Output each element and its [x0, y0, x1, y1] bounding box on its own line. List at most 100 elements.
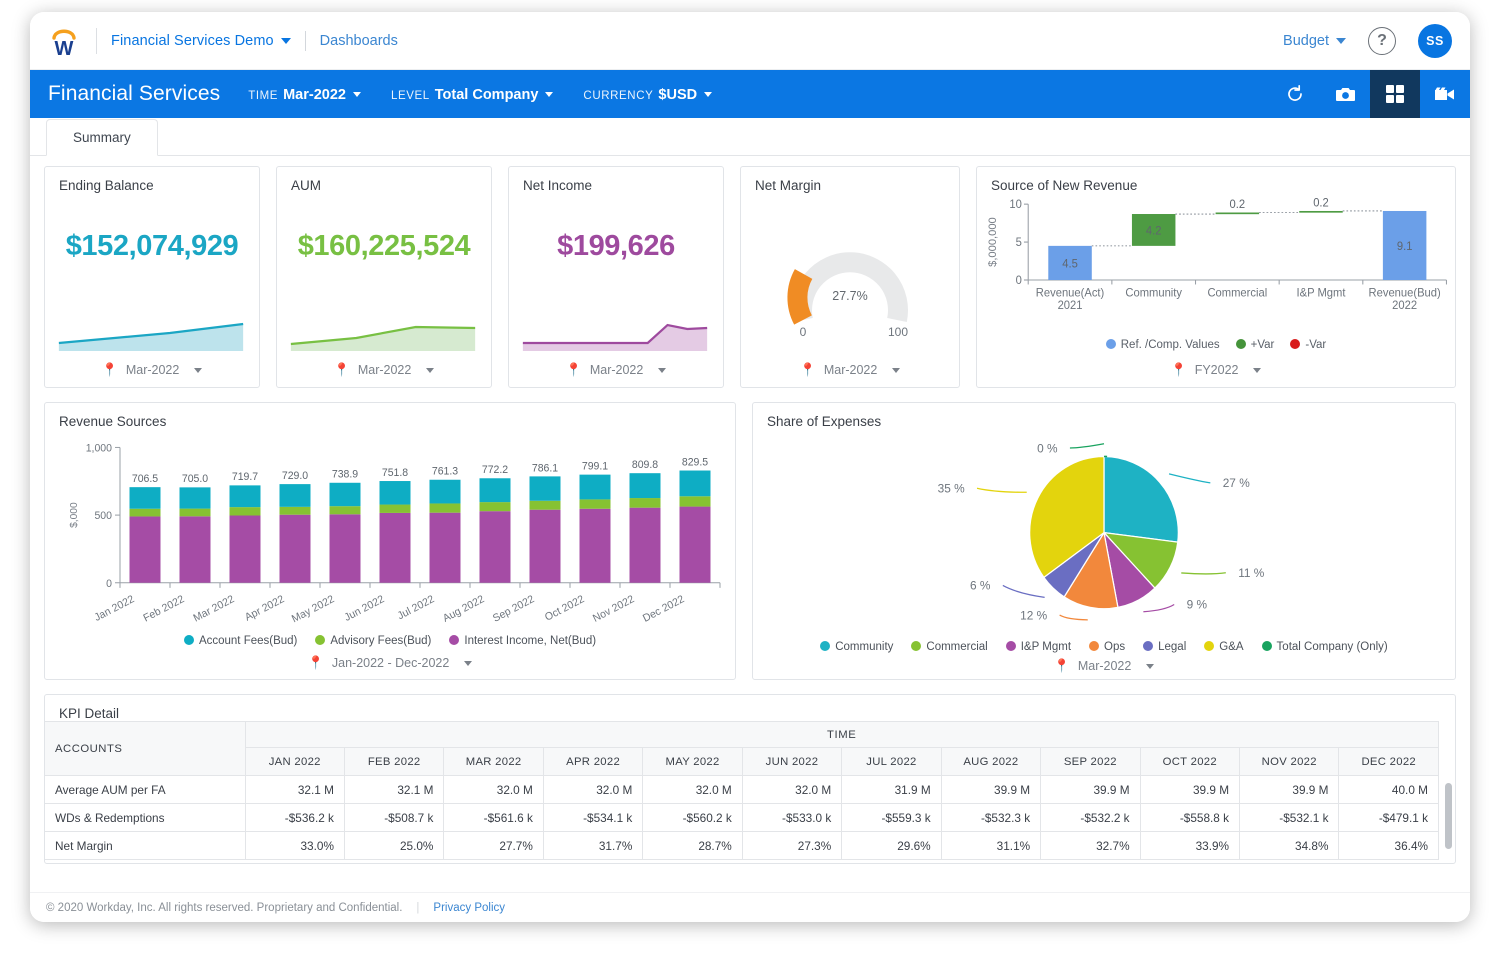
card-ending-balance[interactable]: Ending Balance $152,074,929 📍 Mar-2022	[44, 166, 260, 388]
table-cell: 31.1%	[940, 831, 1042, 860]
workday-w-logo-icon[interactable]: W	[44, 21, 84, 61]
table-row-label: Average AUM per FA	[45, 775, 246, 804]
chevron-down-icon	[704, 92, 713, 98]
table-cell: 33.9%	[1139, 831, 1241, 860]
svg-text:751.8: 751.8	[382, 467, 408, 479]
privacy-policy-link[interactable]: Privacy Policy	[433, 902, 505, 914]
refresh-button[interactable]	[1270, 70, 1320, 118]
charts-row: Revenue Sources 0 500 1,000 $,000 706.5 Jan 2…	[44, 402, 1456, 680]
table-cell: 31.9 M	[841, 775, 942, 804]
revenue-legend: Account Fees(Bud) Advisory Fees(Bud) Int…	[45, 634, 735, 647]
card-share-of-expenses[interactable]: Share of Expenses 27 % 11 % 9 % 12 % 6 % 35 %…	[752, 402, 1456, 680]
card-net-income[interactable]: Net Income $199,626 📍 Mar-2022	[508, 166, 724, 388]
global-header: W Financial Services Demo Dashboards Bud…	[30, 12, 1470, 70]
filter-currency-label: CURRENCY	[583, 89, 654, 102]
chevron-down-icon	[1146, 663, 1155, 669]
svg-text:I&P Mgmt: I&P Mgmt	[1297, 288, 1347, 300]
table-cell: -$508.7 k	[343, 803, 445, 832]
svg-text:1,000: 1,000	[86, 442, 112, 454]
svg-text:May 2022: May 2022	[290, 593, 337, 625]
chevron-down-icon	[1253, 367, 1262, 373]
kpi-detail-row: KPI Detail ACCOUNTS TIME JAN 2022 FEB 202…	[44, 694, 1456, 864]
stacked-bar-chart: 0 500 1,000 $,000 706.5 Jan 2022 705.0 Feb 2022…	[45, 429, 735, 634]
legend-item: Interest Income, Net(Bud)	[449, 634, 596, 647]
legend-item: +Var	[1235, 338, 1274, 351]
camera-button[interactable]	[1320, 70, 1370, 118]
card-title: Revenue Sources	[45, 403, 735, 429]
svg-text:Sep 2022: Sep 2022	[491, 593, 536, 625]
card-title-text: Net Margin	[755, 178, 822, 193]
svg-text:9 %: 9 %	[1187, 598, 1208, 612]
video-button[interactable]	[1420, 70, 1470, 118]
table-cell: 32.0 M	[642, 775, 743, 804]
table-column-header: JAN 2022	[244, 747, 345, 776]
svg-text:Commercial: Commercial	[1207, 288, 1267, 300]
copyright-text: © 2020 Workday, Inc. All rights reserved…	[46, 901, 403, 914]
svg-text:772.2: 772.2	[482, 464, 508, 476]
tenant-selector[interactable]: Financial Services Demo	[111, 33, 291, 49]
table-row[interactable]: Net Margin 33.0% 25.0% 27.7% 31.7% 28.7% 27.3%…	[45, 831, 1439, 860]
card-period-selector[interactable]: 📍 Jan-2022 - Dec-2022	[45, 647, 735, 679]
svg-text:$,000,000: $,000,000	[987, 217, 999, 267]
filter-level[interactable]: LEVEL Total Company	[391, 86, 554, 103]
avatar[interactable]: SS	[1418, 23, 1452, 58]
svg-text:0: 0	[106, 578, 112, 590]
tab-summary[interactable]: Summary	[46, 119, 158, 156]
legend-label: Interest Income, Net(Bud)	[464, 635, 597, 647]
budget-menu[interactable]: Budget	[1283, 33, 1346, 49]
kpi-table-scroll[interactable]: ACCOUNTS TIME JAN 2022 FEB 2022 MAR 2022 AP…	[45, 721, 1455, 863]
table-column-header: MAY 2022	[642, 747, 743, 776]
card-period-selector[interactable]: 📍 FY2022	[977, 353, 1455, 387]
chevron-down-icon	[892, 367, 901, 373]
table-cell: 27.7%	[443, 831, 544, 860]
legend-label: Total Company (Only)	[1276, 641, 1388, 654]
vertical-scrollbar[interactable]	[1445, 783, 1452, 849]
svg-text:4.5: 4.5	[1062, 258, 1078, 270]
svg-text:761.3: 761.3	[432, 466, 458, 478]
card-period-selector[interactable]: 📍 Mar-2022	[753, 653, 1455, 679]
table-column-header: OCT 2022	[1139, 747, 1241, 776]
breadcrumb-dashboards[interactable]: Dashboards	[320, 33, 398, 49]
svg-text:719.7: 719.7	[232, 471, 258, 483]
net-margin-gauge: 27.7% 0 100	[741, 193, 959, 353]
table-cell: -$559.3 k	[841, 803, 942, 832]
card-aum[interactable]: AUM $160,225,524 📍 Mar-2022	[276, 166, 492, 388]
legend-item: Advisory Fees(Bud)	[315, 634, 431, 647]
svg-text:Aug 2022: Aug 2022	[441, 593, 486, 625]
table-column-header: SEP 2022	[1040, 747, 1141, 776]
table-row[interactable]: Average AUM per FA 32.1 M 32.1 M 32.0 M 32.0…	[45, 775, 1439, 804]
svg-text:799.1: 799.1	[582, 460, 608, 472]
filter-currency[interactable]: CURRENCY $USD	[583, 86, 713, 103]
dashboard-toolbar: Financial Services TIME Mar-2022 LEVEL Tot…	[30, 70, 1470, 118]
card-net-margin[interactable]: Net Margin 27.7% 0 100 📍 Mar-2022	[740, 166, 960, 388]
table-cell: -$561.6 k	[443, 803, 544, 832]
legend-item: Ref. /Comp. Values	[1105, 338, 1220, 351]
chevron-down-icon	[545, 92, 554, 98]
card-title-text: KPI Detail	[59, 706, 120, 721]
filter-time[interactable]: TIME Mar-2022	[248, 86, 361, 103]
table-group-header: TIME	[244, 721, 1439, 748]
card-source-of-new-revenue[interactable]: Source of New Revenue 0 5 10 4.5 Revenue(Act…	[976, 166, 1456, 388]
grid-view-button[interactable]	[1370, 70, 1420, 118]
card-kpi-detail[interactable]: KPI Detail ACCOUNTS TIME JAN 2022 FEB 202…	[44, 694, 1456, 864]
table-cell: -$558.8 k	[1139, 803, 1241, 832]
card-period-selector[interactable]: 📍 Mar-2022	[277, 353, 491, 387]
card-revenue-sources[interactable]: Revenue Sources 0 500 1,000 $,000 706.5 Jan 2…	[44, 402, 736, 680]
card-title: Share of Expenses	[753, 403, 1455, 429]
card-period-selector[interactable]: 📍 Mar-2022	[45, 353, 259, 387]
card-period-selector[interactable]: 📍 Mar-2022	[509, 353, 723, 387]
page-title: Financial Services	[48, 82, 221, 105]
pin-icon: 📍	[799, 362, 816, 377]
table-cell: 32.1 M	[244, 775, 345, 804]
period-label: Jan-2022 - Dec-2022	[331, 656, 450, 670]
gauge-min-text: 0	[800, 325, 807, 338]
table-cell: 36.4%	[1338, 831, 1439, 860]
card-period-selector[interactable]: 📍 Mar-2022	[741, 353, 959, 387]
legend-item: Account Fees(Bud)	[183, 634, 297, 647]
expenses-legend: Community Commercial I&P Mgmt Ops Legal …	[753, 640, 1455, 653]
table-column-header: NOV 2022	[1239, 747, 1340, 776]
table-row[interactable]: WDs & Redemptions -$536.2 k -$508.7 k -$561…	[45, 803, 1439, 832]
help-icon[interactable]: ?	[1368, 26, 1396, 55]
svg-text:Jan 2022: Jan 2022	[92, 593, 136, 624]
chevron-down-icon	[352, 92, 361, 98]
